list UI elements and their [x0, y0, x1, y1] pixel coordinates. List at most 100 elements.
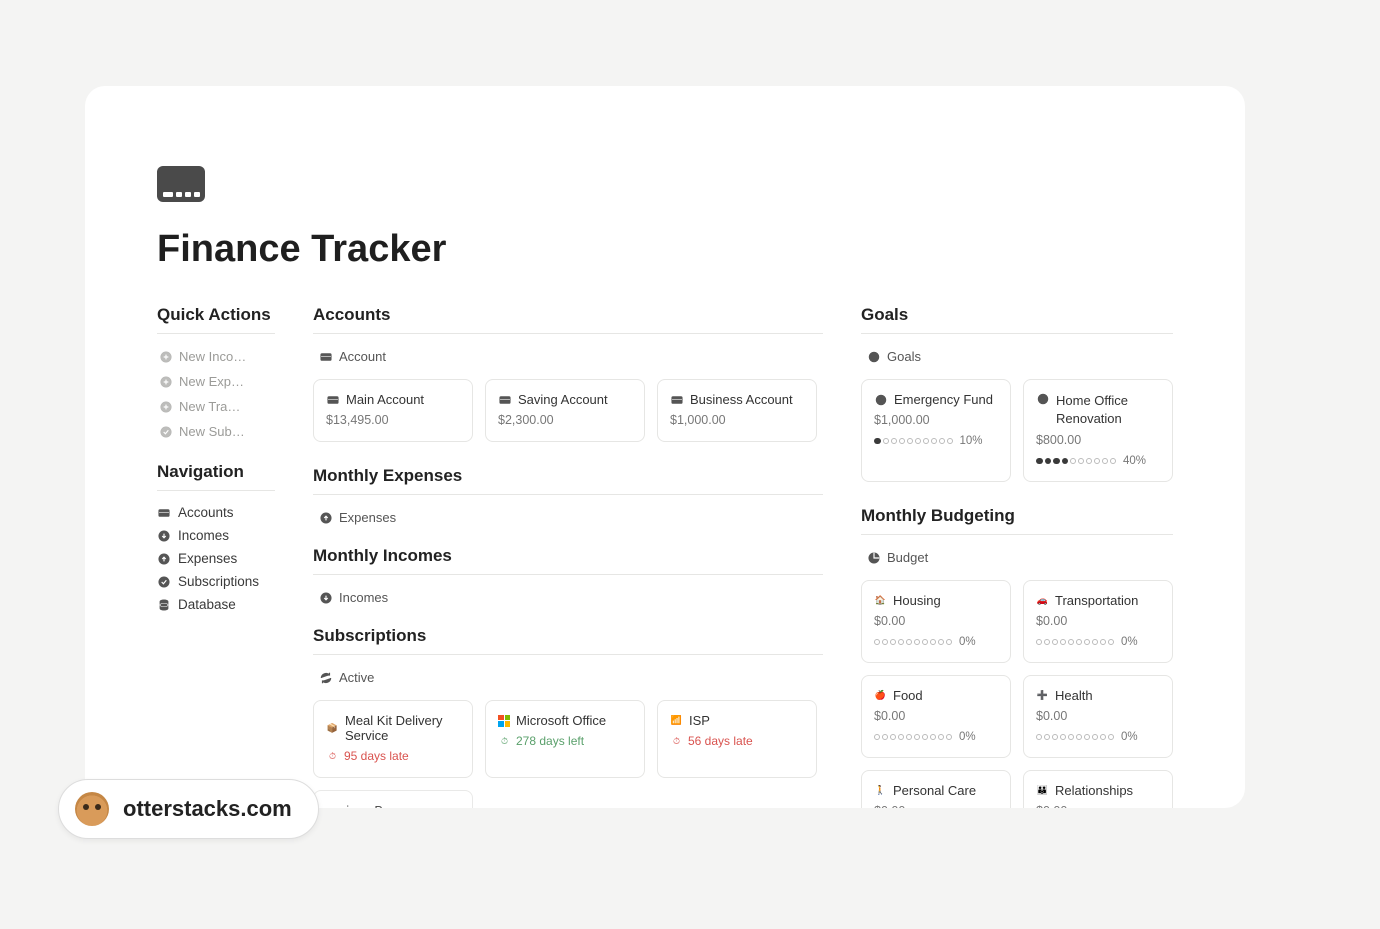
subscription-name: …giene Box …scription	[326, 803, 460, 808]
arrow-up-circle-icon	[319, 511, 333, 525]
nav-subscriptions[interactable]: Subscriptions	[157, 570, 275, 593]
subscription-card[interactable]: Microsoft Office ⏱278 days left	[485, 700, 645, 778]
clock-icon: ⏱	[498, 735, 511, 748]
app-icon	[157, 166, 205, 202]
budget-progress: 0%	[1036, 731, 1160, 743]
divider	[157, 333, 275, 334]
subscription-name: Microsoft Office	[516, 713, 606, 728]
card-icon	[319, 350, 333, 364]
nav-expenses[interactable]: Expenses	[157, 547, 275, 570]
right-column: Goals Goals Emergency Fund $1,000.00 10%…	[861, 305, 1173, 808]
nav-database[interactable]: Database	[157, 593, 275, 616]
label: New Tra…	[179, 399, 240, 414]
alert-icon: ⏱	[670, 735, 683, 748]
quick-actions-title: Quick Actions	[157, 305, 275, 325]
account-card[interactable]: Main Account $13,495.00	[313, 379, 473, 442]
goal-card[interactable]: Home Office Renovation $800.00 40%	[1023, 379, 1173, 482]
goal-name: Emergency Fund	[894, 392, 993, 407]
watermark-pill[interactable]: otterstacks.com	[58, 779, 319, 839]
subscription-status: ⏱56 days late	[670, 734, 804, 748]
label: Budget	[887, 550, 928, 565]
plus-circle-icon	[159, 375, 173, 389]
account-card[interactable]: Saving Account $2,300.00	[485, 379, 645, 442]
goal-progress: 10%	[874, 435, 998, 447]
goal-card[interactable]: Emergency Fund $1,000.00 10%	[861, 379, 1011, 482]
budget-card[interactable]: 🚶Personal Care$0.000%	[861, 770, 1011, 808]
plus-circle-icon	[159, 400, 173, 414]
budget-progress: 0%	[874, 731, 998, 743]
label: Account	[339, 349, 386, 364]
nav-accounts[interactable]: Accounts	[157, 501, 275, 524]
budget-name: Personal Care	[893, 783, 976, 798]
budget-card[interactable]: 🚗Transportation$0.000%	[1023, 580, 1173, 663]
check-badge-icon	[157, 575, 171, 589]
label: Expenses	[178, 551, 237, 566]
expenses-tag[interactable]: Expenses	[317, 505, 823, 530]
label: New Exp…	[179, 374, 244, 389]
subscriptions-title: Subscriptions	[313, 626, 823, 646]
label: Incomes	[339, 590, 388, 605]
target-icon	[1036, 392, 1050, 406]
main-column: Accounts Account Main Account $13,495.00…	[313, 305, 823, 808]
nav-incomes[interactable]: Incomes	[157, 524, 275, 547]
expenses-title: Monthly Expenses	[313, 466, 823, 486]
label: Incomes	[178, 528, 229, 543]
arrow-down-circle-icon	[157, 529, 171, 543]
check-badge-icon	[159, 425, 173, 439]
category-icon: ➕	[1036, 689, 1049, 702]
watermark-text: otterstacks.com	[123, 796, 292, 822]
label: Subscriptions	[178, 574, 259, 589]
quick-action-new-income[interactable]: New Inco…	[157, 344, 275, 369]
subscription-card[interactable]: 📦Meal Kit Delivery Service ⏱95 days late	[313, 700, 473, 778]
database-icon	[157, 598, 171, 612]
budget-progress: 0%	[874, 636, 998, 648]
quick-action-new-subscription[interactable]: New Sub…	[157, 419, 275, 444]
divider	[313, 654, 823, 655]
budget-card[interactable]: 🍎Food$0.000%	[861, 675, 1011, 758]
budget-value: $0.00	[1036, 709, 1160, 723]
goals-tag[interactable]: Goals	[865, 344, 1173, 369]
card-icon	[326, 393, 340, 407]
alert-icon: ⏱	[326, 750, 339, 763]
divider	[861, 534, 1173, 535]
budget-name: Housing	[893, 593, 941, 608]
accounts-tag[interactable]: Account	[317, 344, 823, 369]
budget-value: $0.00	[874, 804, 998, 808]
quick-action-new-expense[interactable]: New Exp…	[157, 369, 275, 394]
box-icon: 📦	[326, 722, 339, 735]
quick-action-new-transfer[interactable]: New Tra…	[157, 394, 275, 419]
goals-title: Goals	[861, 305, 1173, 325]
card-icon	[670, 393, 684, 407]
budget-card[interactable]: 👪Relationships$0.000%	[1023, 770, 1173, 808]
budget-name: Food	[893, 688, 923, 703]
subscription-status: ⏱278 days left	[498, 734, 632, 748]
subscriptions-tag[interactable]: Active	[317, 665, 823, 690]
budget-card[interactable]: ➕Health$0.000%	[1023, 675, 1173, 758]
pie-icon	[867, 551, 881, 565]
budgeting-tag[interactable]: Budget	[865, 545, 1173, 570]
goal-value: $1,000.00	[874, 413, 998, 427]
incomes-title: Monthly Incomes	[313, 546, 823, 566]
subscription-name: ISP	[689, 713, 710, 728]
divider	[313, 333, 823, 334]
otter-icon	[75, 792, 109, 826]
incomes-tag[interactable]: Incomes	[317, 585, 823, 610]
category-icon: 🏠	[874, 594, 887, 607]
subscription-card[interactable]: …giene Box …scription	[313, 790, 473, 808]
account-card[interactable]: Business Account $1,000.00	[657, 379, 817, 442]
sidebar: Quick Actions New Inco… New Exp… New Tra…	[157, 305, 275, 808]
navigation-title: Navigation	[157, 462, 275, 482]
divider	[313, 574, 823, 575]
category-icon: 🍎	[874, 689, 887, 702]
budget-progress: 0%	[1036, 636, 1160, 648]
budget-name: Relationships	[1055, 783, 1133, 798]
subscription-card[interactable]: 📶ISP ⏱56 days late	[657, 700, 817, 778]
microsoft-icon	[498, 715, 510, 727]
divider	[157, 490, 275, 491]
label: Accounts	[178, 505, 234, 520]
arrow-up-circle-icon	[157, 552, 171, 566]
budget-card[interactable]: 🏠Housing$0.000%	[861, 580, 1011, 663]
plus-circle-icon	[159, 350, 173, 364]
account-name: Business Account	[690, 392, 793, 407]
divider	[861, 333, 1173, 334]
